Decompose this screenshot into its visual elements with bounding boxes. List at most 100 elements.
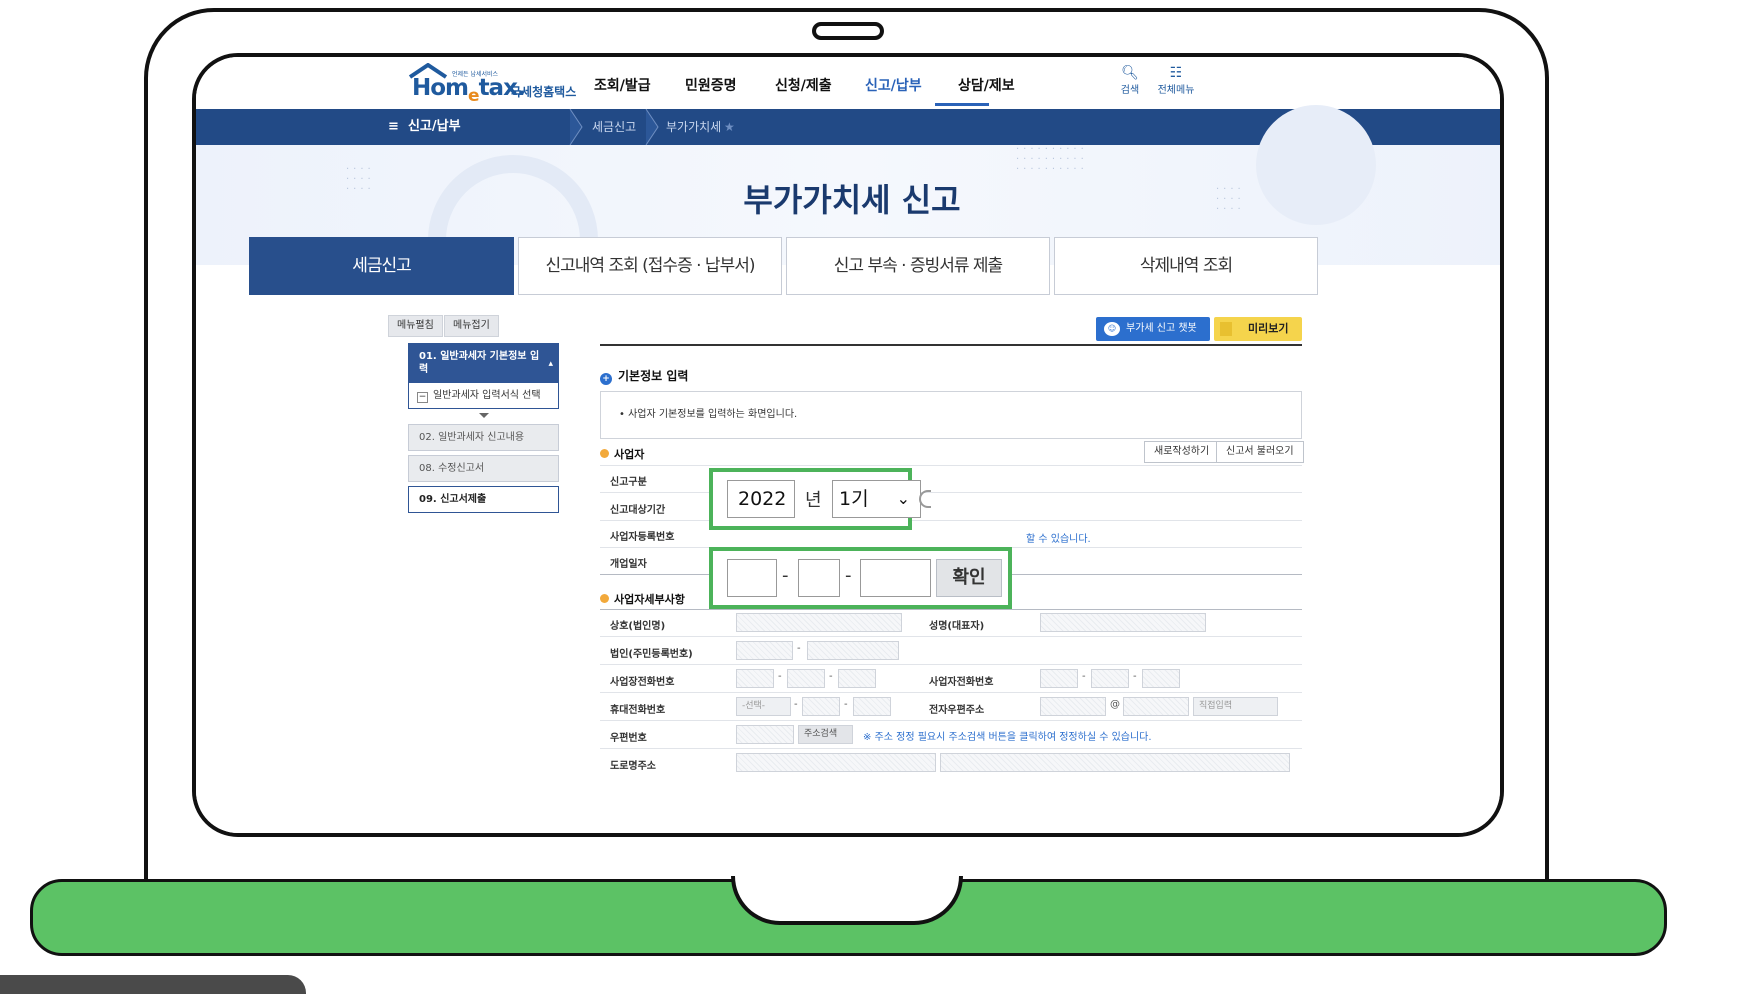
regno-input-3[interactable]: [860, 559, 931, 597]
confirm-button[interactable]: 확인: [936, 559, 1002, 597]
row-divider: [600, 465, 1302, 466]
section-divider: [600, 344, 1302, 346]
corp-regno-input-2[interactable]: [807, 641, 899, 660]
address-note: ※ 주소 정정 필요시 주소검색 버튼을 클릭하여 정정하실 수 있습니다.: [863, 732, 1152, 743]
regno-input-1[interactable]: [727, 559, 777, 597]
tab-tax-report[interactable]: 세금신고: [249, 237, 514, 295]
dash-separator: -: [829, 671, 833, 682]
office-phone-input-3[interactable]: [838, 669, 876, 688]
chatbot-button[interactable]: ☺ 부가세 신고 챗봇: [1096, 317, 1210, 341]
step-label: 01. 일반과세자 기본정보 입력: [419, 351, 540, 375]
hamburger-icon: ≡: [388, 119, 399, 134]
dash-separator: -: [1133, 671, 1137, 682]
email-domain-input[interactable]: [1123, 697, 1189, 716]
regno-note: 할 수 있습니다.: [1026, 534, 1091, 545]
star-icon[interactable]: ★: [714, 109, 745, 145]
road-address-label: 도로명주소: [610, 761, 656, 772]
year-suffix: 년: [805, 490, 822, 511]
business-phone-input-3[interactable]: [1142, 669, 1180, 688]
dash-separator: -: [1082, 671, 1086, 682]
mobile-input-3[interactable]: [853, 697, 891, 716]
office-phone-input-2[interactable]: [787, 669, 825, 688]
step-form-select[interactable]: − 일반과세자 입력서식 선택: [408, 383, 559, 409]
email-domain-select[interactable]: 직접입력: [1193, 697, 1278, 716]
regno-callout: - - 확인: [709, 547, 1012, 609]
mobile-phone-label: 휴대전화번호: [610, 705, 666, 716]
tab-deleted-history[interactable]: 삭제내역 조회: [1054, 237, 1318, 295]
chevron-down-icon: ⌄: [896, 489, 910, 508]
basic-info-title: 기본정보 입력: [618, 369, 689, 383]
email-id-input[interactable]: [1040, 697, 1106, 716]
business-phone-input-1[interactable]: [1040, 669, 1078, 688]
report-type-callout: 2022 년 1기 ⌄: [709, 468, 921, 530]
postal-code-input[interactable]: [736, 725, 794, 744]
at-sign: @: [1110, 699, 1120, 710]
hometax-logo[interactable]: 언제든 납세서비스 Hometax. 국세청홈택스: [408, 63, 578, 106]
mobile-prefix-select[interactable]: -선택-: [736, 697, 791, 716]
all-menu-button[interactable]: ☷ 전체메뉴: [1156, 65, 1196, 96]
step-02-report-content[interactable]: 02. 일반과세자 신고내용: [408, 424, 559, 451]
nav-active-indicator: [935, 103, 989, 106]
bullet-icon: [600, 449, 609, 458]
camera-icon: [812, 22, 884, 40]
new-write-button[interactable]: 새로작성하기: [1144, 441, 1220, 463]
mobile-input-2[interactable]: [802, 697, 840, 716]
row-divider: [600, 692, 1302, 693]
logo-wordmark: Hometax.: [412, 75, 526, 106]
row-divider: [600, 492, 1302, 493]
company-name-input[interactable]: [736, 613, 902, 632]
report-type-label: 신고구분: [610, 477, 647, 488]
corp-regno-label: 법인(주민등록번호): [610, 649, 693, 660]
address-search-button[interactable]: 주소검색: [798, 725, 853, 744]
row-divider: [600, 636, 1302, 637]
year-input[interactable]: 2022: [727, 480, 795, 518]
detail-heading: 사업자세부사항: [600, 591, 685, 607]
minus-box-icon: −: [417, 392, 428, 403]
dash-separator: -: [782, 565, 789, 586]
period-select[interactable]: 1기 ⌄: [832, 480, 921, 518]
collapse-menu-button[interactable]: 메뉴접기: [444, 315, 499, 337]
bottom-bar: [0, 975, 306, 994]
ceo-name-input[interactable]: [1040, 613, 1206, 632]
row-divider: [600, 748, 1302, 749]
step-label: 일반과세자 입력서식 선택: [433, 390, 541, 401]
breadcrumb-menu[interactable]: ≡ 신고/납부 ▾: [388, 109, 585, 145]
preview-button[interactable]: 미리보기: [1214, 317, 1302, 341]
business-regno-label: 사업자등록번호: [610, 532, 675, 543]
business-phone-label: 사업자전화번호: [929, 677, 994, 688]
info-notice: • 사업자 기본정보를 입력하는 화면입니다.: [600, 391, 1302, 439]
email-label: 전자우편주소: [929, 705, 985, 716]
corp-regno-input-1[interactable]: [736, 641, 793, 660]
step-menu: 01. 일반과세자 기본정보 입력 ▴ − 일반과세자 입력서식 선택 02. …: [408, 343, 559, 517]
chatbot-icon: ☺: [1104, 322, 1120, 336]
arrow-down-icon: [478, 413, 489, 418]
logo-subtitle: 국세청홈택스: [510, 85, 577, 99]
step-08-amendment[interactable]: 08. 수정신고서: [408, 455, 559, 482]
dash-separator: -: [778, 671, 782, 682]
step-09-submit[interactable]: 09. 신고서제출: [408, 486, 559, 513]
road-address-input-2[interactable]: [940, 753, 1290, 772]
preview-label: 미리보기: [1248, 322, 1289, 335]
road-address-input-1[interactable]: [736, 753, 936, 772]
tab-attachments[interactable]: 신고 부속 · 증빙서류 제출: [786, 237, 1050, 295]
nav-item-report-pay[interactable]: 신고/납부: [865, 75, 922, 95]
period-value: 1기: [839, 488, 869, 510]
nav-item-consult[interactable]: 상담/제보: [958, 75, 1015, 95]
page-title: 부가가치세 신고: [743, 181, 961, 219]
top-navigation: 언제든 납세서비스 Hometax. 국세청홈택스 조회/발급 민원증명 신청/…: [196, 57, 1500, 109]
nav-item-apply[interactable]: 신청/제출: [775, 75, 832, 95]
business-heading: 사업자: [600, 446, 644, 462]
bullet-icon: [600, 594, 609, 603]
business-phone-input-2[interactable]: [1091, 669, 1129, 688]
business-title: 사업자: [614, 448, 645, 461]
office-phone-input-1[interactable]: [736, 669, 774, 688]
tab-report-history[interactable]: 신고내역 조회 (접수증 · 납부서): [518, 237, 782, 295]
nav-item-certificate[interactable]: 민원증명: [685, 75, 737, 95]
regno-input-2[interactable]: [798, 559, 840, 597]
nav-item-lookup[interactable]: 조회/발급: [594, 75, 651, 95]
search-button[interactable]: 🔍︎ 검색: [1110, 65, 1150, 96]
step-01-basic-info[interactable]: 01. 일반과세자 기본정보 입력 ▴: [408, 343, 559, 383]
load-report-button[interactable]: 신고서 불러오기: [1216, 441, 1304, 463]
expand-menu-button[interactable]: 메뉴펼침: [388, 315, 443, 337]
breadcrumb-item[interactable]: 세금신고: [582, 109, 646, 145]
